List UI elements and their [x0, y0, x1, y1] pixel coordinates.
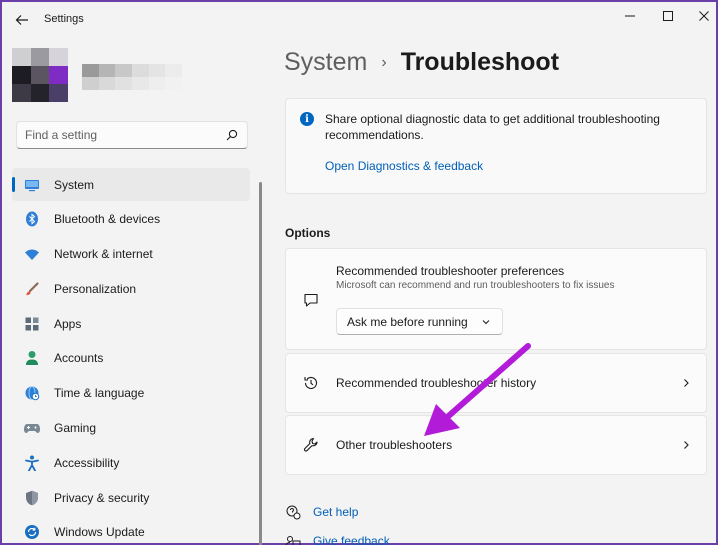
history-title: Recommended troubleshooter history [336, 376, 537, 390]
sidebar-item-network[interactable]: Network & internet [12, 238, 250, 271]
search-input[interactable] [25, 128, 225, 142]
info-text: Share optional diagnostic data to get ad… [325, 112, 660, 142]
chevron-down-icon [480, 316, 492, 328]
accessibility-icon [24, 455, 40, 471]
info-icon: i [300, 112, 314, 126]
preferences-subtitle: Microsoft can recommend and run troubles… [336, 280, 615, 291]
options-heading: Options [285, 226, 331, 240]
troubleshooter-preferences-card: Recommended troubleshooter preferences M… [285, 248, 707, 350]
maximize-button[interactable] [656, 6, 680, 26]
get-help-label: Get help [313, 505, 359, 519]
breadcrumb-separator: › [381, 53, 387, 71]
user-name-blurred [82, 64, 182, 90]
sidebar-item-accounts[interactable]: Accounts [12, 342, 250, 375]
sidebar-item-label: Network & internet [54, 247, 153, 262]
page-title: Troubleshoot [400, 48, 560, 76]
history-icon [302, 374, 320, 392]
apps-icon [24, 316, 40, 332]
other-troubleshooters-title: Other troubleshooters [336, 438, 453, 452]
chevron-right-icon [680, 439, 692, 451]
avatar [12, 48, 68, 102]
monitor-icon [24, 177, 40, 193]
open-diagnostics-link[interactable]: Open Diagnostics & feedback [325, 159, 483, 173]
sidebar-item-windows-update[interactable]: Windows Update [12, 516, 250, 545]
preferences-dropdown[interactable]: Ask me before running [336, 308, 503, 335]
chevron-right-icon [680, 377, 692, 389]
sidebar-item-label: Accessibility [54, 455, 120, 470]
sidebar-item-label: Apps [54, 316, 82, 331]
brush-icon [24, 281, 40, 297]
feedback-icon [285, 533, 301, 545]
sidebar-item-system[interactable]: System [12, 168, 250, 201]
preferences-title: Recommended troubleshooter preferences [336, 264, 565, 278]
person-icon [24, 350, 40, 366]
sidebar-item-label: Gaming [54, 421, 97, 436]
sidebar-scrollbar[interactable] [259, 182, 262, 545]
give-feedback-label: Give feedback [313, 534, 390, 545]
dropdown-value: Ask me before running [347, 314, 468, 329]
update-icon [24, 524, 40, 540]
sidebar-nav: System Bluetooth & devices Network & int… [12, 168, 250, 545]
sidebar-item-time-language[interactable]: Time & language [12, 377, 250, 410]
wrench-icon [302, 436, 320, 454]
close-button[interactable] [692, 6, 716, 26]
back-arrow-icon[interactable] [14, 12, 30, 28]
sidebar-item-label: Time & language [54, 386, 145, 401]
search-icon[interactable] [225, 128, 239, 142]
sidebar-item-label: Accounts [54, 351, 104, 366]
sidebar-item-personalization[interactable]: Personalization [12, 272, 250, 305]
breadcrumb: System › Troubleshoot [284, 48, 559, 77]
search-box[interactable] [16, 121, 248, 149]
breadcrumb-parent[interactable]: System [284, 48, 367, 77]
title-bar: Settings [2, 2, 716, 38]
sidebar-item-bluetooth[interactable]: Bluetooth & devices [12, 203, 250, 236]
minimize-button[interactable] [618, 6, 642, 26]
help-icon [285, 504, 301, 520]
sidebar-item-accessibility[interactable]: Accessibility [12, 446, 250, 479]
diagnostics-info-card: i Share optional diagnostic data to get … [285, 98, 707, 194]
chat-bubble-icon [302, 291, 320, 309]
other-troubleshooters-card[interactable]: Other troubleshooters [285, 415, 707, 475]
wifi-icon [24, 246, 40, 262]
sidebar-item-label: System [54, 177, 95, 192]
sidebar-item-gaming[interactable]: Gaming [12, 412, 250, 445]
troubleshooter-history-card[interactable]: Recommended troubleshooter history [285, 353, 707, 413]
bluetooth-icon [24, 211, 40, 227]
globe-clock-icon [24, 385, 40, 401]
app-title: Settings [44, 13, 84, 25]
sidebar-item-label: Privacy & security [54, 490, 150, 505]
sidebar-item-label: Personalization [54, 281, 137, 296]
gamepad-icon [24, 420, 40, 436]
sidebar-item-privacy-security[interactable]: Privacy & security [12, 481, 250, 514]
sidebar-item-label: Bluetooth & devices [54, 212, 161, 227]
sidebar-item-label: Windows Update [54, 525, 145, 540]
get-help-link[interactable]: Get help [285, 504, 358, 520]
give-feedback-link[interactable]: Give feedback [285, 533, 390, 545]
sidebar-item-apps[interactable]: Apps [12, 307, 250, 340]
shield-icon [24, 490, 40, 506]
